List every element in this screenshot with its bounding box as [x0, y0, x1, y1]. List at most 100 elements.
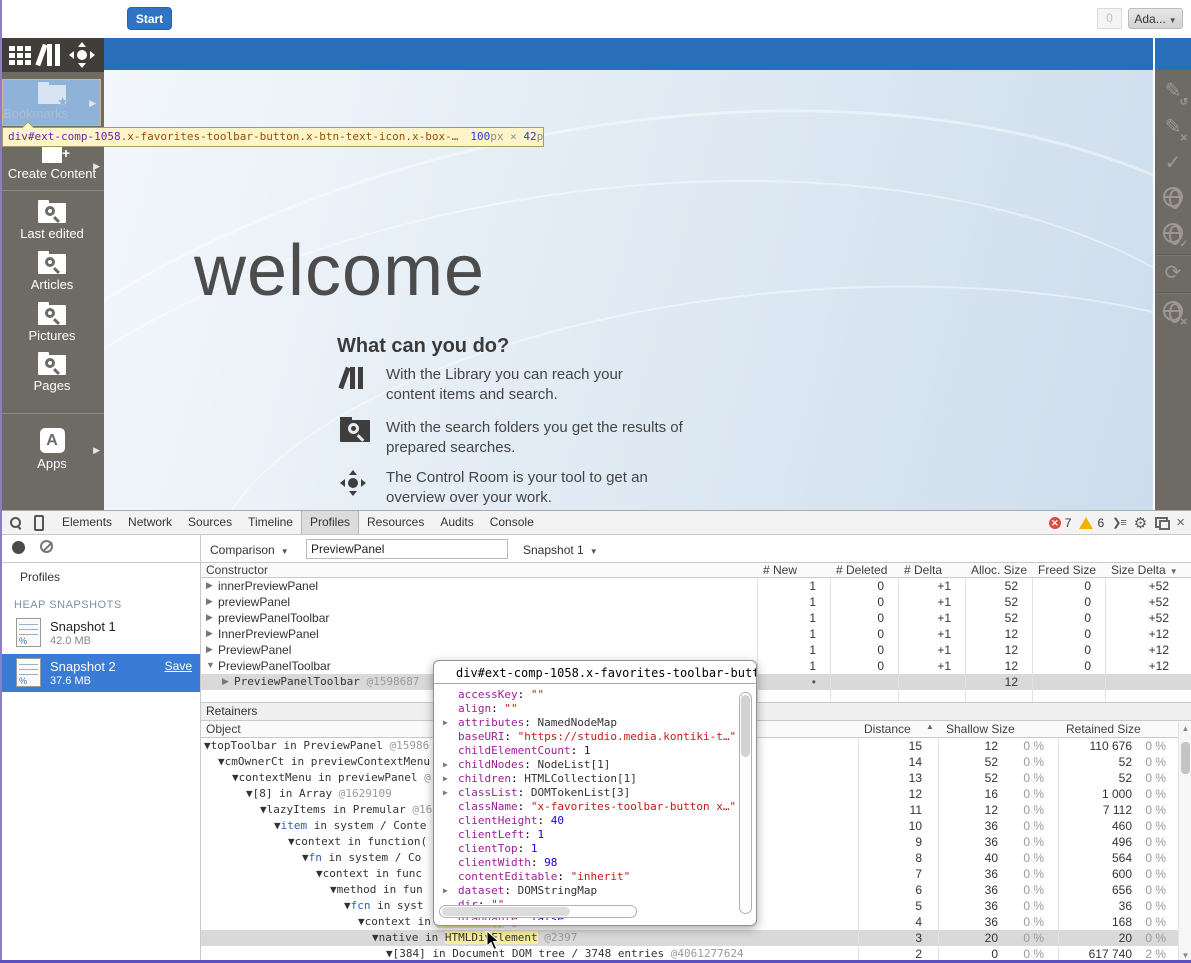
- tab-elements[interactable]: Elements: [54, 511, 120, 534]
- base-snapshot-select[interactable]: Snapshot 1▼: [523, 543, 598, 557]
- column-header-shallow-size[interactable]: Shallow Size: [946, 722, 1015, 736]
- approve-icon[interactable]: ✓: [1155, 148, 1191, 180]
- tab-profiles[interactable]: Profiles: [301, 511, 359, 534]
- popup-property[interactable]: ▶classList: DOMTokenList[3]: [434, 786, 744, 800]
- settings-gear-icon[interactable]: ⚙: [1134, 514, 1147, 532]
- tree-collapsed-icon[interactable]: ▶: [443, 786, 448, 800]
- record-button[interactable]: [12, 541, 25, 554]
- tab-timeline[interactable]: Timeline: [240, 511, 301, 534]
- popup-property[interactable]: clientWidth: 98: [434, 856, 744, 870]
- column-header-object[interactable]: Object: [206, 722, 241, 736]
- column-header-constructor[interactable]: Constructor: [206, 563, 268, 577]
- constructor-row[interactable]: ▶previewPanel10+1520+52: [200, 594, 1191, 610]
- tree-collapsed-icon[interactable]: ▶: [206, 612, 213, 623]
- popup-property[interactable]: className: "x-favorites-toolbar-button x…: [434, 800, 744, 814]
- tab-console[interactable]: Console: [482, 511, 542, 534]
- tree-collapsed-icon[interactable]: ▶: [443, 772, 448, 786]
- dock-side-icon[interactable]: [1155, 517, 1168, 528]
- window-edge: [0, 0, 2, 963]
- column-header-distance[interactable]: Distance: [864, 722, 911, 736]
- snapshot-item-1[interactable]: %Snapshot 142.0 MB: [0, 614, 200, 652]
- constructor-row[interactable]: ▶innerPreviewPanel10+1520+52: [200, 578, 1191, 594]
- tree-collapsed-icon[interactable]: ▶: [206, 596, 213, 607]
- popup-property[interactable]: ▶childNodes: NodeList[1]: [434, 758, 744, 772]
- scrollbar-thumb[interactable]: [442, 907, 570, 916]
- popup-property[interactable]: childElementCount: 1: [434, 744, 744, 758]
- scrollbar[interactable]: ▲ ▼: [1178, 722, 1191, 962]
- column-header-new[interactable]: # New: [763, 563, 797, 577]
- column-header-delta[interactable]: # Delta: [904, 563, 942, 577]
- tree-collapsed-icon[interactable]: ▶: [206, 580, 213, 591]
- class-filter-input[interactable]: [306, 539, 508, 559]
- grid-icon[interactable]: [9, 46, 31, 65]
- popup-property[interactable]: ▶attributes: NamedNodeMap: [434, 716, 744, 730]
- tree-expanded-icon[interactable]: ▼: [206, 660, 215, 670]
- approve-publish-icon[interactable]: ✓: [1155, 218, 1191, 250]
- warning-badge-icon[interactable]: [1079, 517, 1093, 529]
- scrollbar-thumb[interactable]: [741, 695, 750, 757]
- close-icon[interactable]: ×: [1176, 514, 1185, 531]
- column-header-freed-size[interactable]: Freed Size: [1038, 563, 1096, 577]
- scroll-down-icon[interactable]: ▼: [1180, 951, 1191, 960]
- constructor-row[interactable]: ▶InnerPreviewPanel10+1120+12: [200, 626, 1191, 642]
- search-icon[interactable]: [8, 515, 24, 531]
- withdraw-icon[interactable]: ✕: [1155, 296, 1191, 328]
- sidebar-item-apps[interactable]: AApps▶: [0, 428, 104, 471]
- library-icon[interactable]: [37, 44, 63, 66]
- column-header-alloc-size[interactable]: Alloc. Size: [971, 563, 1027, 577]
- tab-network[interactable]: Network: [120, 511, 180, 534]
- popup-property[interactable]: clientTop: 1: [434, 842, 744, 856]
- popup-property[interactable]: ▶dataset: DOMStringMap: [434, 884, 744, 898]
- control-room-icon[interactable]: [69, 42, 95, 68]
- retainer-row[interactable]: ▼native in HTMLDivElement @23973200 %200…: [200, 930, 1178, 946]
- scrollbar-thumb[interactable]: [1181, 742, 1190, 774]
- popup-property[interactable]: clientHeight: 40: [434, 814, 744, 828]
- publish-icon[interactable]: [1155, 182, 1191, 214]
- discard-edit-icon[interactable]: ✎✕: [1155, 112, 1191, 144]
- column-header-retained-size[interactable]: Retained Size: [1066, 722, 1141, 736]
- snapshot-item-2[interactable]: %Snapshot 237.6 MBSave: [0, 654, 200, 692]
- tree-collapsed-icon[interactable]: ▶: [206, 644, 213, 655]
- error-badge-icon[interactable]: ✕: [1049, 517, 1061, 529]
- sidebar-item-pages[interactable]: Pages: [0, 355, 104, 393]
- save-link[interactable]: Save: [165, 659, 192, 673]
- scrollbar[interactable]: [739, 692, 752, 914]
- sidebar-item-bookmarks[interactable]: ★Bookmarks▶: [2, 79, 101, 126]
- sidebar-item-last-edited[interactable]: Last edited: [0, 203, 104, 241]
- tab-sources[interactable]: Sources: [180, 511, 240, 534]
- sidebar-item-articles[interactable]: Articles: [0, 254, 104, 292]
- tree-collapsed-icon[interactable]: ▶: [206, 628, 213, 639]
- popup-property[interactable]: clientLeft: 1: [434, 828, 744, 842]
- constructor-row[interactable]: ▶previewPanelToolbar10+1520+52: [200, 610, 1191, 626]
- column-header-size-delta[interactable]: Size Delta▼: [1111, 563, 1178, 577]
- tree-collapsed-icon[interactable]: ▶: [222, 676, 229, 687]
- sidebar-item-create-content[interactable]: Create Content▶: [0, 147, 104, 181]
- warning-count[interactable]: 6: [1097, 516, 1104, 530]
- clear-button[interactable]: [40, 540, 53, 553]
- device-mode-icon[interactable]: [34, 515, 44, 531]
- tree-collapsed-icon[interactable]: ▶: [443, 716, 448, 730]
- start-button[interactable]: Start: [127, 7, 172, 30]
- workflow-icon[interactable]: ⟳: [1155, 258, 1191, 290]
- column-header-deleted[interactable]: # Deleted: [836, 563, 887, 577]
- scroll-up-icon[interactable]: ▲: [1180, 724, 1191, 733]
- popup-property[interactable]: accessKey: "": [434, 688, 744, 702]
- user-menu-button[interactable]: Ada...▼: [1128, 8, 1183, 29]
- sidebar-item-pictures[interactable]: Pictures: [0, 305, 104, 343]
- view-mode-select[interactable]: Comparison▼: [210, 543, 289, 557]
- tree-collapsed-icon[interactable]: ▶: [443, 758, 448, 772]
- popup-property[interactable]: ▶children: HTMLCollection[1]: [434, 772, 744, 786]
- tab-resources[interactable]: Resources: [359, 511, 432, 534]
- constructor-row[interactable]: ▶PreviewPanel10+1120+12: [200, 642, 1191, 658]
- popup-property[interactable]: baseURI: "https://studio.media.kontiki-t…: [434, 730, 744, 744]
- console-drawer-icon[interactable]: ❯≡: [1112, 516, 1126, 529]
- edit-reopen-icon[interactable]: ✎↺: [1155, 76, 1191, 108]
- error-count[interactable]: 7: [1065, 516, 1072, 530]
- magnifier-handle: [53, 267, 60, 274]
- scrollbar[interactable]: [439, 905, 637, 918]
- cell-shallow: 20: [938, 931, 1006, 945]
- tab-audits[interactable]: Audits: [432, 511, 481, 534]
- tree-collapsed-icon[interactable]: ▶: [443, 884, 448, 898]
- popup-property[interactable]: align: "": [434, 702, 744, 716]
- popup-property[interactable]: contentEditable: "inherit": [434, 870, 744, 884]
